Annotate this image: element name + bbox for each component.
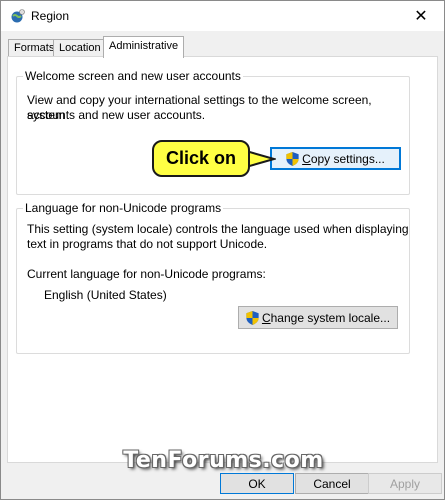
title-bar[interactable]: Region ✕: [1, 1, 444, 31]
window-title: Region: [31, 9, 70, 23]
copy-settings-access-key: C: [302, 151, 311, 166]
ok-button[interactable]: OK: [220, 473, 294, 494]
non-unicode-description-line1: This setting (system locale) controls th…: [27, 222, 409, 236]
apply-button[interactable]: Apply: [368, 473, 442, 494]
copy-settings-label: opy settings...: [310, 151, 385, 166]
close-icon: ✕: [414, 8, 428, 25]
uac-shield-icon: [246, 310, 259, 325]
non-unicode-group: Language for non-Unicode programs This s…: [16, 201, 410, 354]
non-unicode-group-legend: Language for non-Unicode programs: [23, 201, 224, 215]
current-language-label: Current language for non-Unicode program…: [27, 267, 266, 281]
copy-settings-button[interactable]: Copy settings...: [270, 147, 401, 170]
non-unicode-description-line2: text in programs that do not support Uni…: [27, 237, 268, 251]
click-on-callout: Click on: [152, 140, 250, 177]
change-locale-label: hange system locale...: [270, 310, 391, 325]
welcome-screen-group: Welcome screen and new user accounts Vie…: [16, 69, 410, 195]
close-button[interactable]: ✕: [398, 1, 444, 31]
watermark: TenForums.com: [123, 448, 324, 473]
tab-location[interactable]: Location: [53, 39, 107, 57]
welcome-description-line2: accounts and new user accounts.: [27, 108, 206, 122]
welcome-group-legend: Welcome screen and new user accounts: [23, 69, 243, 83]
current-language-value: English (United States): [44, 288, 167, 302]
administrative-tab-panel: Welcome screen and new user accounts Vie…: [7, 56, 438, 463]
uac-shield-icon: [286, 151, 299, 166]
region-globe-icon: [11, 9, 25, 23]
tab-administrative[interactable]: Administrative: [103, 36, 185, 58]
change-system-locale-button[interactable]: Change system locale...: [238, 306, 398, 329]
change-locale-access-key: C: [261, 310, 271, 325]
region-dialog: Region ✕ Formats Location Administrative…: [0, 0, 445, 500]
cancel-button[interactable]: Cancel: [295, 473, 369, 494]
callout-arrow-icon: [246, 149, 276, 169]
